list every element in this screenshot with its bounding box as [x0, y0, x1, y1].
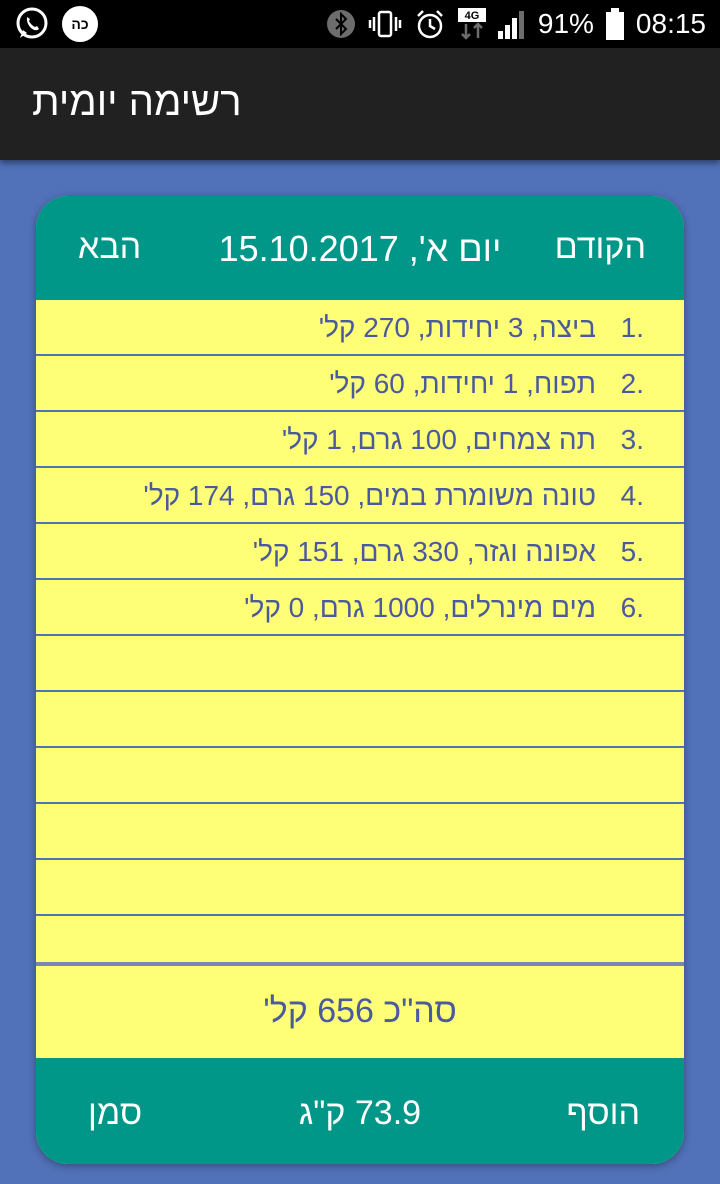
list-item[interactable]: 6. מים מינרלים, 1000 גרם, 0 קל': [36, 580, 684, 636]
vibrate-icon: [368, 9, 402, 39]
list-item[interactable]: 1. ביצה, 3 יחידות, 270 קל': [36, 300, 684, 356]
item-text: תה צמחים, 100 גרם, 1 קל': [281, 424, 596, 455]
whatsapp-icon: [14, 6, 50, 42]
list-item[interactable]: 3. תה צמחים, 100 גרם, 1 קל': [36, 412, 684, 468]
list-item[interactable]: [36, 636, 684, 692]
battery-icon: [605, 8, 624, 40]
battery-percent: 91%: [537, 8, 594, 39]
list-item[interactable]: [36, 860, 684, 916]
mark-button[interactable]: סמן: [88, 1094, 142, 1133]
total-calories: סה"כ 656 קל': [263, 992, 457, 1030]
next-day-button[interactable]: הבא: [78, 228, 141, 267]
item-text: תפוח, 1 יחידות, 60 קל': [329, 368, 596, 399]
item-number: 4.: [620, 480, 644, 511]
item-text: ביצה, 3 יחידות, 270 קל': [318, 312, 596, 343]
signal-icon: [497, 9, 526, 39]
alarm-icon: [414, 8, 446, 40]
bluetooth-icon: [326, 9, 356, 39]
page-title: רשימה יומית: [32, 80, 242, 124]
food-list: 1. ביצה, 3 יחידות, 270 קל' 2. תפוח, 1 יחיד…: [36, 300, 684, 970]
item-text: מים מינרלים, 1000 גרם, 0 קל': [244, 592, 596, 623]
status-bar: כה 4G 91% 08:15: [0, 0, 720, 48]
daily-list-card: הקודם יום א', 15.10.2017 הבא 1. ביצה, 3 י…: [36, 196, 684, 1164]
list-item[interactable]: 4. טונה משומרת במים, 150 גרם, 174 קל': [36, 468, 684, 524]
notification-icons: כה: [14, 6, 98, 42]
list-item[interactable]: [36, 748, 684, 804]
item-number: 3.: [620, 424, 644, 455]
list-item[interactable]: [36, 804, 684, 860]
item-number: 5.: [620, 536, 644, 567]
total-section: סה"כ 656 קל': [36, 966, 684, 1058]
item-number: 2.: [620, 368, 644, 399]
day-navigation: הקודם יום א', 15.10.2017 הבא: [36, 196, 684, 300]
action-bar: הוסף 73.9 ק"ג סמן: [36, 1058, 684, 1164]
item-number: 1.: [620, 312, 644, 343]
item-text: אפונה וגזר, 330 גרם, 151 קל': [252, 536, 596, 567]
network-icon: 4G: [457, 8, 486, 40]
app-toolbar: רשימה יומית: [0, 48, 720, 160]
app-icon: כה: [62, 6, 98, 42]
svg-text:4G: 4G: [465, 10, 480, 22]
list-item[interactable]: [36, 692, 684, 748]
item-text: טונה משומרת במים, 150 גרם, 174 קל': [143, 480, 596, 511]
list-item[interactable]: 2. תפוח, 1 יחידות, 60 קל': [36, 356, 684, 412]
clock: 08:15: [635, 8, 706, 39]
list-item[interactable]: 5. אפונה וגזר, 330 גרם, 151 קל': [36, 524, 684, 580]
system-icons: 4G 91% 08:15: [326, 0, 706, 48]
item-number: 6.: [620, 592, 644, 623]
